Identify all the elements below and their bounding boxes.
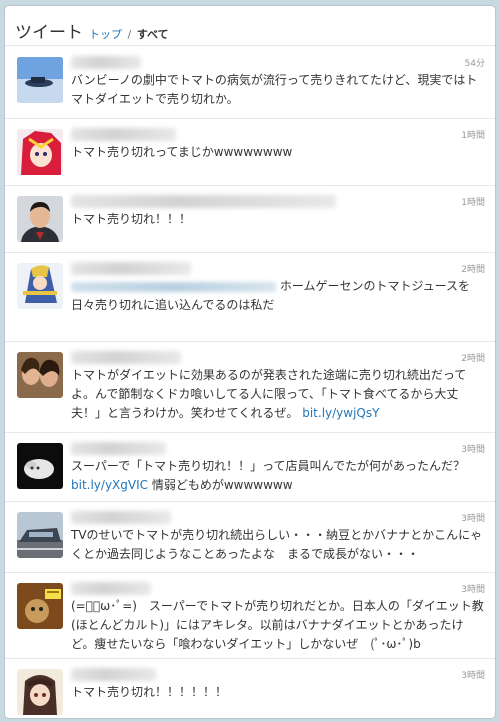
tweet-text: トマト売り切れってまじかwwwwwwww bbox=[71, 145, 293, 159]
tweet-body: トマトがダイエットに効果あるのが発表された途端に売り切れ続出だってよ。んで節制な… bbox=[71, 368, 467, 420]
tweet-text: スーパーで「トマト売り切れ！！」って店員叫んでたが何があったんだ？ bit.ly… bbox=[71, 457, 485, 495]
user-name-blurred[interactable] bbox=[71, 511, 171, 524]
page-title: ツイート bbox=[15, 23, 83, 43]
tweet-text-after: 情弱どもめがwwwwwww bbox=[148, 478, 293, 492]
avatar[interactable] bbox=[17, 352, 63, 398]
tweet-panel: ツイート トップ / すべて 54分 バンビーノの劇中でトマトの病気が流行って売… bbox=[4, 5, 496, 719]
tweet-item[interactable]: 1時間 トマト売り切れってまじかwwwwwwww bbox=[5, 119, 495, 186]
avatar[interactable] bbox=[17, 512, 63, 558]
tweet-text: ホームゲーセンのトマトジュースを日々売り切れに追い込んでるのは私だ bbox=[71, 277, 485, 315]
breadcrumb-current: すべて bbox=[136, 28, 169, 41]
user-name-blurred[interactable] bbox=[71, 668, 156, 681]
tweet-time[interactable]: 3時間 bbox=[461, 511, 485, 524]
user-name-blurred[interactable] bbox=[71, 582, 151, 595]
tweet-time[interactable]: 54分 bbox=[465, 56, 485, 69]
user-name-blurred[interactable] bbox=[71, 128, 176, 141]
tweet-text: トマトがダイエットに効果あるのが発表された途端に売り切れ続出だってよ。んで節制な… bbox=[71, 366, 485, 423]
avatar[interactable] bbox=[17, 263, 63, 309]
breadcrumb-top-link[interactable]: トップ bbox=[89, 28, 122, 41]
tweet-time[interactable]: 1時間 bbox=[461, 195, 485, 208]
tweet-time[interactable]: 3時間 bbox=[461, 442, 485, 455]
breadcrumb-separator: / bbox=[127, 28, 132, 41]
tweet-link[interactable]: bit.ly/yXgVIC bbox=[71, 478, 148, 492]
avatar[interactable] bbox=[17, 129, 63, 175]
tweet-text: トマト売り切れ！！！ bbox=[71, 212, 192, 226]
tweet-body: スーパーで「トマト売り切れ！！」って店員叫んでたが何があったんだ？ bbox=[71, 459, 465, 473]
tweet-time[interactable]: 3時間 bbox=[461, 582, 485, 595]
avatar[interactable] bbox=[17, 57, 63, 103]
tweet-text: (=ﾟ･ω･ﾟ=) スーパーでトマトが売り切れだとか。日本人の「ダイエット教(ほ… bbox=[71, 599, 484, 651]
user-name-blurred[interactable] bbox=[71, 56, 141, 69]
mention-blurred[interactable] bbox=[71, 281, 276, 292]
avatar[interactable] bbox=[17, 443, 63, 489]
tweet-item[interactable]: 3時間 スーパーで「トマト売り切れ！！」って店員叫んでたが何があったんだ？ bi… bbox=[5, 433, 495, 502]
breadcrumb: トップ / すべて bbox=[89, 26, 169, 42]
tweet-item[interactable]: 2時間 ホームゲーセンのトマトジュースを日々売り切れに追い込んでるのは私だ bbox=[5, 253, 495, 342]
tweet-item[interactable]: 3時間 TVのせいでトマトが売り切れ続出らしい・・・納豆とかバナナとかこんにゃく… bbox=[5, 502, 495, 573]
tweet-text: バンビーノの劇中でトマトの病気が流行って売りきれてたけど、現実ではトマトダイエッ… bbox=[71, 73, 478, 106]
tweet-text: トマト売り切れ！！！！！！ bbox=[71, 685, 228, 699]
user-name-blurred[interactable] bbox=[71, 195, 336, 208]
tweet-item[interactable]: 1時間 トマト売り切れ！！！ bbox=[5, 186, 495, 253]
user-name-blurred[interactable] bbox=[71, 442, 166, 455]
tweet-time[interactable]: 2時間 bbox=[461, 262, 485, 275]
tweet-item[interactable]: 3時間 (=ﾟ･ω･ﾟ=) スーパーでトマトが売り切れだとか。日本人の「ダイエッ… bbox=[5, 573, 495, 659]
tweet-link[interactable]: bit.ly/ywjQsY bbox=[302, 406, 379, 420]
avatar[interactable] bbox=[17, 583, 63, 629]
tweet-text: TVのせいでトマトが売り切れ続出らしい・・・納豆とかバナナとかこんにゃくとか過去… bbox=[71, 528, 483, 561]
user-name-blurred[interactable] bbox=[71, 262, 191, 275]
user-name-blurred[interactable] bbox=[71, 351, 181, 364]
tweet-item[interactable]: 54分 バンビーノの劇中でトマトの病気が流行って売りきれてたけど、現実ではトマト… bbox=[5, 47, 495, 119]
tweet-time[interactable]: 1時間 bbox=[461, 128, 485, 141]
tweet-item[interactable]: 3時間 トマト売り切れ！！！！！！ bbox=[5, 659, 495, 718]
tweet-time[interactable]: 2時間 bbox=[461, 351, 485, 364]
tweet-item[interactable]: 2時間 トマトがダイエットに効果あるのが発表された途端に売り切れ続出だってよ。ん… bbox=[5, 342, 495, 433]
panel-header: ツイート トップ / すべて bbox=[5, 6, 495, 46]
avatar[interactable] bbox=[17, 669, 63, 715]
avatar[interactable] bbox=[17, 196, 63, 242]
tweet-time[interactable]: 3時間 bbox=[461, 668, 485, 681]
